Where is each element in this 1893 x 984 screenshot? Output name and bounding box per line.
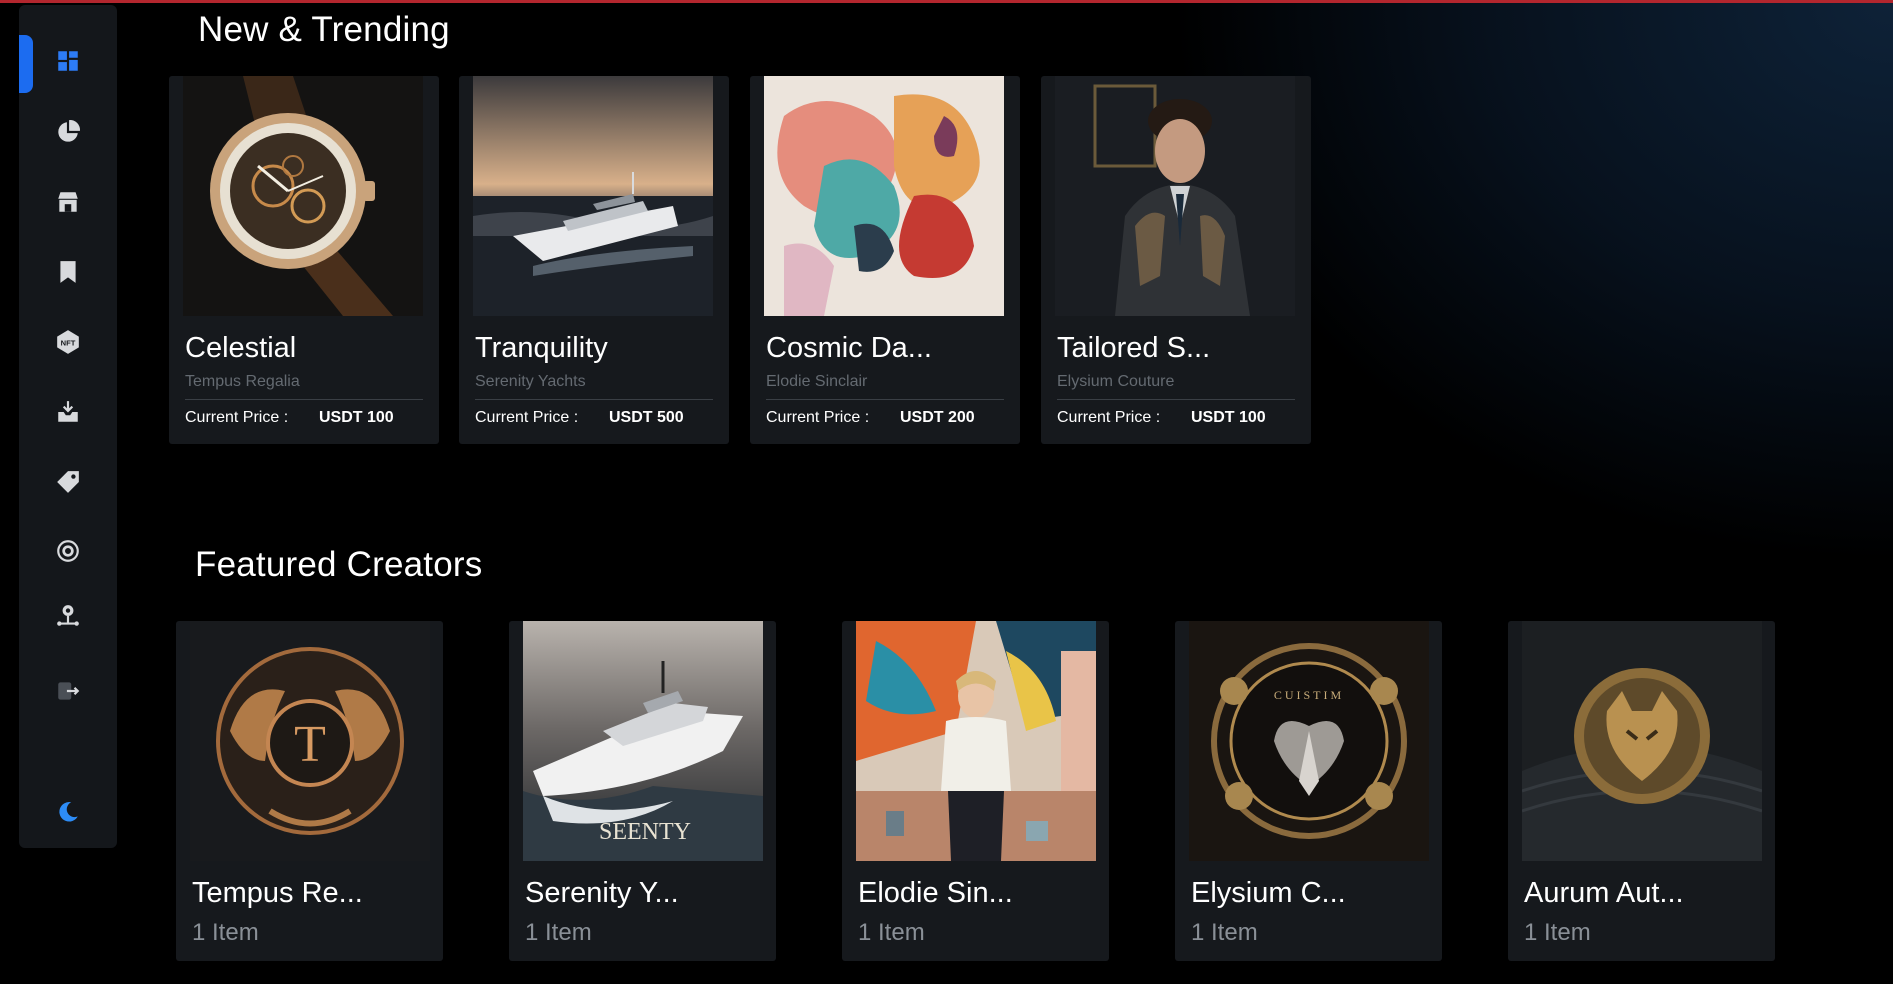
creators-section-title: Featured Creators [195, 545, 483, 584]
card-divider [1057, 399, 1295, 400]
product-creator: Elysium Couture [1057, 373, 1175, 390]
sidebar-item-collect[interactable] [19, 386, 117, 442]
inbox-download-icon [55, 399, 81, 430]
creator-logo-elysium: CUISTIM [1189, 621, 1429, 861]
creator-logo-tempus: T [190, 621, 430, 861]
sidebar: NFT [19, 5, 117, 848]
product-card[interactable]: Tailored S... Elysium Couture Current Pr… [1041, 76, 1311, 444]
sidebar-item-store[interactable] [19, 176, 117, 232]
creator-item-count: 1 Item [1524, 919, 1591, 946]
creator-card[interactable]: SEENTY Serenity Y... 1 Item [509, 621, 776, 961]
nft-icon: NFT [55, 329, 81, 360]
user-network-icon [55, 603, 81, 634]
product-creator: Serenity Yachts [475, 373, 586, 390]
logo-lettering: SEENTY [599, 819, 691, 845]
storefront-icon [55, 189, 81, 220]
sidebar-item-saved[interactable] [19, 246, 117, 302]
price-label: Current Price : [475, 409, 579, 426]
sidebar-item-nft[interactable]: NFT [19, 316, 117, 372]
pie-chart-icon [55, 119, 81, 150]
product-title[interactable]: Tranquility [475, 332, 608, 365]
creator-name[interactable]: Tempus Re... [192, 877, 363, 910]
logo-lettering: CUISTIM [1274, 688, 1344, 702]
price-value: USDT 200 [900, 409, 975, 426]
creator-card[interactable]: CUISTIM Elysium C... 1 Item [1175, 621, 1442, 961]
product-title[interactable]: Celestial [185, 332, 296, 365]
sidebar-item-offers[interactable] [19, 456, 117, 512]
bookmark-icon [55, 259, 81, 290]
price-label: Current Price : [766, 409, 870, 426]
creator-card[interactable]: Elodie Sin... 1 Item [842, 621, 1109, 961]
active-indicator [19, 35, 33, 93]
card-divider [766, 399, 1004, 400]
creator-name[interactable]: Elysium C... [1191, 877, 1346, 910]
card-divider [185, 399, 423, 400]
trending-section-title: New & Trending [198, 10, 450, 49]
creator-item-count: 1 Item [192, 919, 259, 946]
product-title[interactable]: Tailored S... [1057, 332, 1210, 365]
logo-lettering: T [294, 716, 326, 773]
creator-logo-serenity: SEENTY [523, 621, 763, 861]
sidebar-item-profile[interactable] [19, 590, 117, 646]
creator-logo-aurum [1522, 621, 1762, 861]
theme-toggle[interactable] [19, 786, 117, 842]
sidebar-item-analytics[interactable] [19, 106, 117, 162]
moon-icon [55, 799, 81, 830]
product-card[interactable]: Cosmic Da... Elodie Sinclair Current Pri… [750, 76, 1020, 444]
top-accent-line [0, 0, 1893, 3]
price-value: USDT 500 [609, 409, 684, 426]
price-label: Current Price : [185, 409, 289, 426]
product-card[interactable]: Celestial Tempus Regalia Current Price :… [169, 76, 439, 444]
creator-item-count: 1 Item [1191, 919, 1258, 946]
creator-name[interactable]: Elodie Sin... [858, 877, 1013, 910]
sidebar-item-logout[interactable] [19, 665, 117, 721]
dashboard-icon [55, 48, 81, 79]
sidebar-item-dashboard[interactable] [19, 35, 117, 93]
tag-icon [55, 469, 81, 500]
svg-text:NFT: NFT [61, 338, 76, 347]
product-creator: Tempus Regalia [185, 373, 300, 390]
price-value: USDT 100 [1191, 409, 1266, 426]
price-value: USDT 100 [319, 409, 394, 426]
product-image-watch [183, 76, 423, 316]
logout-icon [55, 678, 81, 709]
product-creator: Elodie Sinclair [766, 373, 868, 390]
creator-item-count: 1 Item [858, 919, 925, 946]
creator-photo-elodie [856, 621, 1096, 861]
price-label: Current Price : [1057, 409, 1161, 426]
product-title[interactable]: Cosmic Da... [766, 332, 932, 365]
creator-name[interactable]: Serenity Y... [525, 877, 679, 910]
product-image-abstract-art [764, 76, 1004, 316]
creator-name[interactable]: Aurum Aut... [1524, 877, 1684, 910]
product-image-yacht [473, 76, 713, 316]
product-card[interactable]: Tranquility Serenity Yachts Current Pric… [459, 76, 729, 444]
settings-cycle-icon [55, 538, 81, 569]
creator-card[interactable]: Aurum Aut... 1 Item [1508, 621, 1775, 961]
creator-item-count: 1 Item [525, 919, 592, 946]
card-divider [475, 399, 713, 400]
creator-card[interactable]: T Tempus Re... 1 Item [176, 621, 443, 961]
sidebar-item-settings[interactable] [19, 525, 117, 581]
product-image-suit-model [1055, 76, 1295, 316]
